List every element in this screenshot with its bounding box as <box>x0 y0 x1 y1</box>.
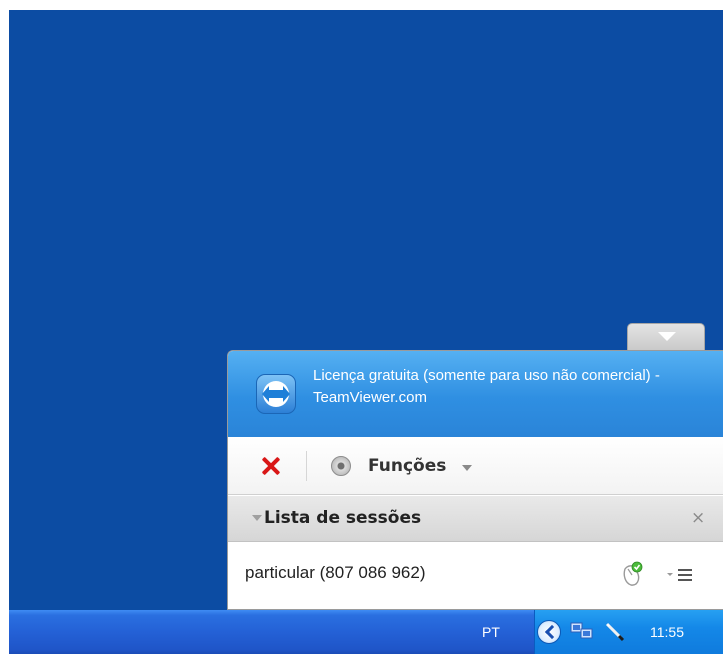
pen-icon[interactable] <box>603 620 627 642</box>
network-icon[interactable] <box>569 620 595 642</box>
close-icon[interactable] <box>260 455 282 477</box>
triangle-down-icon <box>658 332 676 341</box>
teamviewer-toolbar: Funções <box>228 437 723 495</box>
language-indicator[interactable]: PT <box>482 624 500 640</box>
sessions-list-title[interactable]: Lista de sessões <box>264 508 421 528</box>
panel-collapse-tab[interactable] <box>627 323 705 351</box>
webcam-icon[interactable] <box>331 456 351 476</box>
toolbar-separator <box>306 451 307 481</box>
chevron-left-icon[interactable] <box>537 620 561 644</box>
session-menu-icon[interactable] <box>666 567 696 583</box>
license-notice[interactable]: Licença gratuita (somente para uso não c… <box>313 365 713 409</box>
chevron-down-icon[interactable] <box>462 465 472 471</box>
clock[interactable]: 11:55 <box>650 624 684 640</box>
sessions-close-icon[interactable]: × <box>691 508 705 528</box>
collapse-caret-icon[interactable] <box>252 515 262 521</box>
sessions-list-header: Lista de sessões × <box>228 496 723 542</box>
remote-mouse-icon[interactable] <box>621 561 643 587</box>
functions-menu-button[interactable]: Funções <box>368 456 446 476</box>
teamviewer-panel: Licença gratuita (somente para uso não c… <box>227 350 723 610</box>
teamviewer-logo-icon <box>256 374 296 414</box>
session-name[interactable]: particular (807 086 962) <box>245 563 426 583</box>
teamviewer-header: Licença gratuita (somente para uso não c… <box>228 351 723 437</box>
session-list-item[interactable]: particular (807 086 962) <box>228 543 723 609</box>
system-tray <box>534 610 723 654</box>
